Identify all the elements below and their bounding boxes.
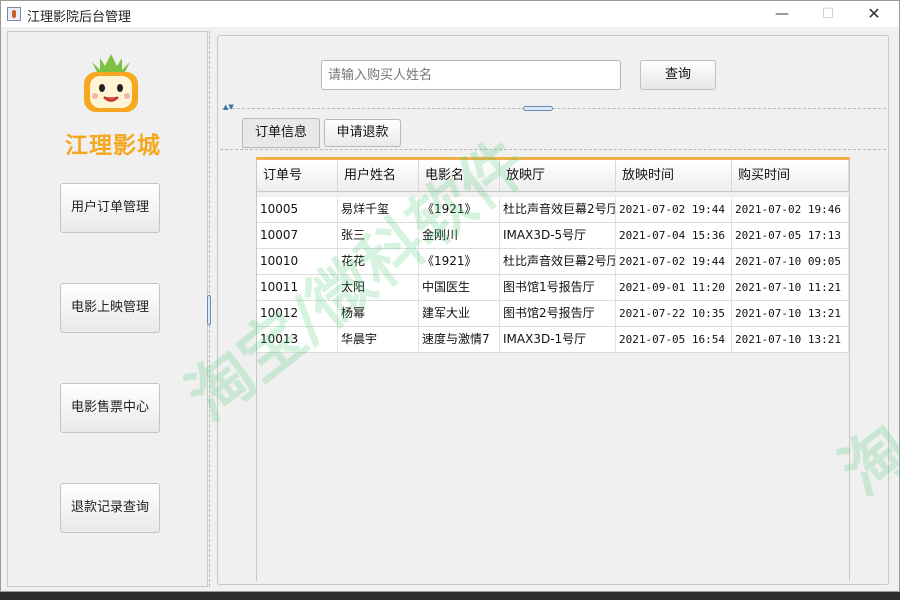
cell-purchase-time: 2021-07-10 11:21	[732, 275, 849, 300]
logo-text: 江理影城	[65, 133, 161, 159]
table-row[interactable]: 10007 张三 金刚川 IMAX3D-5号厅 2021-07-04 15:36…	[257, 223, 849, 249]
table-row[interactable]: 10010 花花 《1921》 杜比声音效巨幕2号厅 2021-07-02 19…	[257, 249, 849, 275]
cell-order-id: 10012	[257, 301, 338, 326]
cinema-logo: 江理影城	[58, 52, 168, 162]
window-title: 江理影院后台管理	[27, 10, 132, 25]
nav-user-orders-button[interactable]: 用户订单管理	[60, 183, 160, 233]
cell-hall: 图书馆2号报告厅	[500, 301, 616, 326]
close-button[interactable]: ✕	[851, 1, 897, 27]
cell-movie-name: 《1921》	[419, 249, 500, 274]
column-header-user-name[interactable]: 用户姓名	[338, 160, 419, 191]
cell-movie-name: 金刚川	[419, 223, 500, 248]
cell-order-id: 10010	[257, 249, 338, 274]
cell-hall: 杜比声音效巨幕2号厅	[500, 249, 616, 274]
splitter-handle[interactable]	[207, 295, 211, 325]
cell-movie-name: 建军大业	[419, 301, 500, 326]
cell-order-id: 10005	[257, 197, 338, 222]
cell-purchase-time: 2021-07-10 13:21	[732, 301, 849, 326]
cell-user-name: 太阳	[338, 275, 419, 300]
cell-order-id: 10013	[257, 327, 338, 352]
cell-show-time: 2021-07-02 19:44	[616, 197, 732, 222]
cell-show-time: 2021-07-22 10:35	[616, 301, 732, 326]
cell-hall: IMAX3D-5号厅	[500, 223, 616, 248]
nav-refund-records-button[interactable]: 退款记录查询	[60, 483, 160, 533]
cell-hall: 图书馆1号报告厅	[500, 275, 616, 300]
nav-ticket-center-button[interactable]: 电影售票中心	[60, 383, 160, 433]
cell-purchase-time: 2021-07-10 13:21	[732, 327, 849, 352]
cell-order-id: 10011	[257, 275, 338, 300]
splitter-arrows-icon[interactable]: ▲▼	[223, 104, 234, 111]
table-row[interactable]: 10013 华晨宇 速度与激情7 IMAX3D-1号厅 2021-07-05 1…	[257, 327, 849, 353]
table-row[interactable]: 10012 杨幂 建军大业 图书馆2号报告厅 2021-07-22 10:35 …	[257, 301, 849, 327]
main-panel: 查询 ▲▼ 订单信息 申请退款 订单号 用户姓名 电影名 放映厅 放映时间 购买…	[217, 35, 889, 585]
cell-hall: IMAX3D-1号厅	[500, 327, 616, 352]
cell-hall: 杜比声音效巨幕2号厅	[500, 197, 616, 222]
column-header-movie-name[interactable]: 电影名	[419, 160, 500, 191]
search-button[interactable]: 查询	[640, 60, 716, 90]
table-header: 订单号 用户姓名 电影名 放映厅 放映时间 购买时间	[257, 160, 849, 192]
tab-order-info[interactable]: 订单信息	[242, 118, 320, 148]
column-header-hall[interactable]: 放映厅	[500, 160, 616, 191]
app-window: 江理影院后台管理 — ☐ ✕ 江理影城 用户订单管理 电影上映管理 电影售票中心…	[0, 0, 900, 592]
table-row[interactable]: 10005 易烊千玺 《1921》 杜比声音效巨幕2号厅 2021-07-02 …	[257, 197, 849, 223]
cell-purchase-time: 2021-07-10 09:05	[732, 249, 849, 274]
cell-user-name: 杨幂	[338, 301, 419, 326]
tab-divider	[220, 149, 886, 150]
cell-show-time: 2021-07-02 19:44	[616, 249, 732, 274]
orders-table: 订单号 用户姓名 电影名 放映厅 放映时间 购买时间 10005 易烊千玺 《1…	[256, 157, 850, 581]
cell-movie-name: 速度与激情7	[419, 327, 500, 352]
cell-show-time: 2021-07-05 16:54	[616, 327, 732, 352]
column-header-purchase-time[interactable]: 购买时间	[732, 160, 849, 191]
column-header-order-id[interactable]: 订单号	[257, 160, 338, 191]
cell-movie-name: 《1921》	[419, 197, 500, 222]
cell-user-name: 张三	[338, 223, 419, 248]
cell-show-time: 2021-07-04 15:36	[616, 223, 732, 248]
cell-user-name: 易烊千玺	[338, 197, 419, 222]
table-row[interactable]: 10011 太阳 中国医生 图书馆1号报告厅 2021-09-01 11:20 …	[257, 275, 849, 301]
cell-user-name: 花花	[338, 249, 419, 274]
desktop-taskbar-strip	[0, 592, 900, 600]
java-app-icon	[7, 7, 21, 21]
column-header-show-time[interactable]: 放映时间	[616, 160, 732, 191]
cell-user-name: 华晨宇	[338, 327, 419, 352]
buyer-name-search-input[interactable]	[321, 60, 621, 90]
mascot-icon	[84, 54, 138, 112]
cell-purchase-time: 2021-07-05 17:13	[732, 223, 849, 248]
nav-movie-release-button[interactable]: 电影上映管理	[60, 283, 160, 333]
cell-order-id: 10007	[257, 223, 338, 248]
horizontal-splitter[interactable]	[222, 108, 886, 109]
cell-purchase-time: 2021-07-02 19:46	[732, 197, 849, 222]
sidebar: 江理影城 用户订单管理 电影上映管理 电影售票中心 退款记录查询	[7, 31, 208, 587]
horizontal-splitter-handle[interactable]	[523, 106, 553, 111]
title-bar[interactable]: 江理影院后台管理 — ☐ ✕	[1, 1, 899, 27]
tab-apply-refund[interactable]: 申请退款	[324, 119, 401, 147]
maximize-button[interactable]: ☐	[805, 1, 851, 27]
minimize-button[interactable]: —	[759, 1, 805, 27]
cell-show-time: 2021-09-01 11:20	[616, 275, 732, 300]
cell-movie-name: 中国医生	[419, 275, 500, 300]
table-body: 10005 易烊千玺 《1921》 杜比声音效巨幕2号厅 2021-07-02 …	[257, 197, 849, 353]
